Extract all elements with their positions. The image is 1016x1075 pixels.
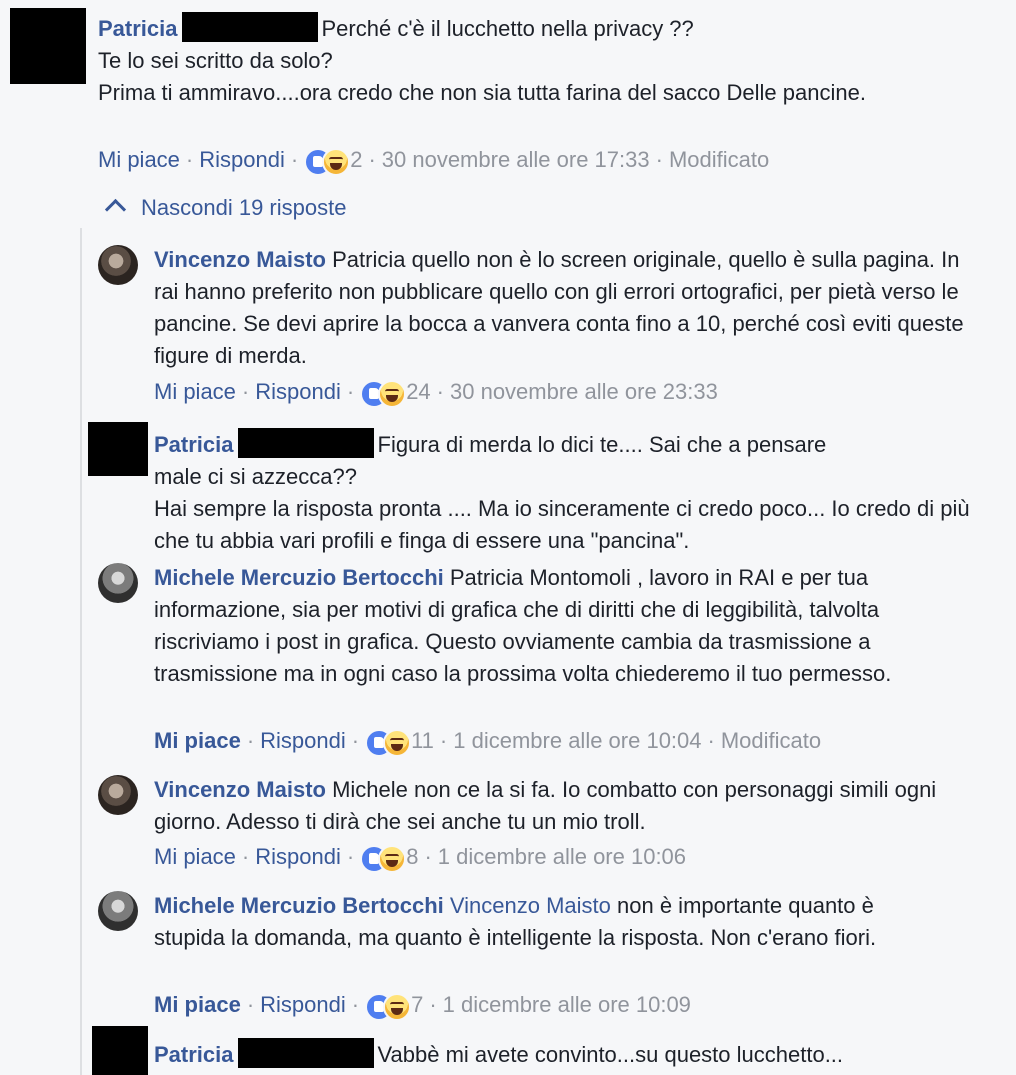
reactions[interactable]	[365, 727, 412, 757]
avatar[interactable]	[92, 1026, 148, 1075]
reply-button[interactable]: Rispondi	[255, 844, 341, 869]
haha-reaction-icon	[322, 148, 351, 176]
avatar[interactable]	[98, 563, 138, 603]
avatar[interactable]	[98, 245, 138, 285]
like-button[interactable]: Mi piace	[98, 147, 180, 172]
reactions[interactable]	[360, 843, 407, 873]
comment-text: Vincenzo Maisto Patricia quello non è lo…	[154, 247, 964, 368]
reaction-count[interactable]: 8	[406, 844, 418, 869]
reply-button[interactable]: Rispondi	[260, 992, 346, 1017]
comment-actions: Mi piace · Rispondi · 2 · 30 novembre alle ore…	[98, 145, 769, 176]
comment-text: Michele Mercuzio Bertocchi Patricia Mont…	[154, 565, 892, 686]
haha-reaction-icon	[383, 993, 412, 1021]
author-name[interactable]: Michele Mercuzio Bertocchi	[154, 893, 444, 918]
mention-link[interactable]: Vincenzo Maisto	[450, 893, 611, 918]
like-button[interactable]: Mi piace	[154, 379, 236, 404]
like-button[interactable]: Mi piace	[154, 728, 241, 753]
reply-button[interactable]: Rispondi	[260, 728, 346, 753]
author-name[interactable]: Michele Mercuzio Bertocchi	[154, 565, 444, 590]
redaction	[237, 1038, 374, 1068]
avatar[interactable]	[98, 891, 138, 931]
author-name[interactable]: Patricia	[154, 432, 234, 457]
like-button[interactable]: Mi piace	[154, 844, 236, 869]
hide-replies-toggle[interactable]: Nascondi 19 risposte	[102, 192, 346, 224]
like-button[interactable]: Mi piace	[154, 992, 241, 1017]
reaction-count[interactable]: 11	[411, 728, 434, 753]
chevron-up-icon	[104, 198, 127, 221]
avatar[interactable]	[88, 422, 148, 476]
reactions[interactable]	[304, 146, 351, 176]
edited-label[interactable]: Modificato	[721, 728, 821, 753]
comment-actions: Mi piace · Rispondi · 8 · 1 dicembre alle ore …	[154, 842, 686, 873]
avatar[interactable]	[10, 8, 86, 84]
timestamp[interactable]: 1 dicembre alle ore 10:04	[453, 728, 701, 753]
haha-reaction-icon	[383, 729, 412, 757]
reply-button[interactable]: Rispondi	[199, 147, 285, 172]
reactions[interactable]	[365, 991, 412, 1021]
haha-reaction-icon	[378, 380, 407, 408]
reaction-count[interactable]: 2	[350, 147, 362, 172]
author-name[interactable]: Patricia	[154, 1042, 234, 1067]
timestamp[interactable]: 1 dicembre alle ore 10:09	[443, 992, 691, 1017]
redaction	[181, 12, 318, 42]
avatar[interactable]	[98, 775, 138, 815]
thread-line	[80, 228, 82, 1075]
edited-label[interactable]: Modificato	[669, 147, 769, 172]
comment-text: Patricia Vabbè mi avete convinto...su que…	[154, 1038, 974, 1071]
author-name[interactable]: Vincenzo Maisto	[154, 247, 326, 272]
reaction-count[interactable]: 7	[411, 992, 423, 1017]
reactions[interactable]	[360, 378, 407, 408]
comment-actions: Mi piace · Rispondi · 7 · 1 dicembre alle ore …	[154, 990, 691, 1021]
comment-text: Patricia Perché c'è il lucchetto nella pr…	[98, 12, 978, 109]
author-name[interactable]: Vincenzo Maisto	[154, 777, 326, 802]
comment-text: Michele Mercuzio Bertocchi Vincenzo Mais…	[154, 893, 877, 950]
haha-reaction-icon	[378, 845, 407, 873]
comment-text: Vincenzo Maisto Michele non ce la si fa.…	[154, 777, 937, 834]
reply-button[interactable]: Rispondi	[255, 379, 341, 404]
comment-text: Patricia Figura di merda lo dici te.... S…	[154, 428, 974, 557]
timestamp[interactable]: 1 dicembre alle ore 10:06	[438, 844, 686, 869]
author-name[interactable]: Patricia	[98, 16, 178, 41]
comment-actions: Mi piace · Rispondi · 24 · 30 novembre alle or…	[154, 377, 718, 408]
comment-actions: Mi piace · Rispondi · 11 · 1 dicembre alle ore…	[154, 726, 821, 757]
timestamp[interactable]: 30 novembre alle ore 23:33	[450, 379, 718, 404]
reaction-count[interactable]: 24	[406, 379, 430, 404]
redaction	[237, 428, 374, 458]
timestamp[interactable]: 30 novembre alle ore 17:33	[382, 147, 650, 172]
